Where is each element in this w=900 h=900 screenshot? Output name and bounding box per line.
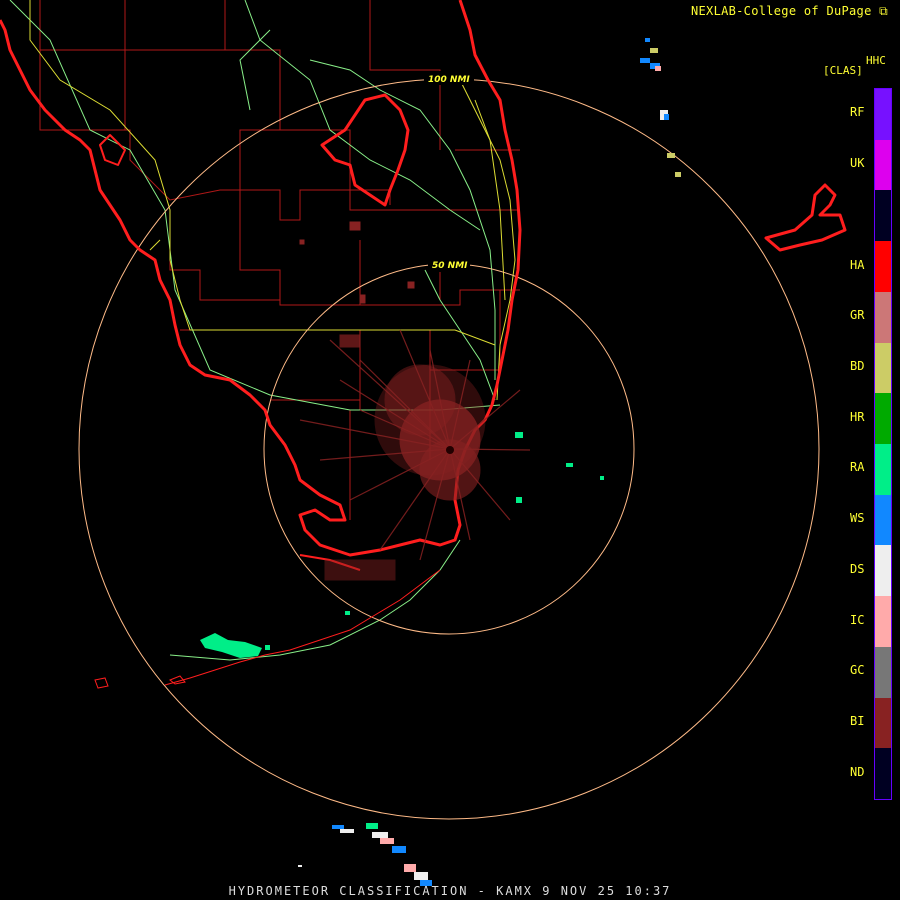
legend-swatch-ra: [875, 444, 891, 495]
hydrometeor-legend: [874, 88, 892, 800]
legend-swatch-blank-2: [875, 190, 891, 242]
legend-swatch-ha: [875, 241, 891, 292]
legend-swatch-gr: [875, 291, 891, 343]
legend-swatch-nd: [875, 748, 891, 799]
legend-label-hr: HR: [850, 409, 865, 424]
radar-map: 100 NMI 50 NMI: [0, 0, 847, 886]
legend-label-ra: RA: [850, 460, 865, 475]
legend-swatch-hr: [875, 393, 891, 444]
legend-swatch-rf: [875, 89, 891, 140]
legend-label-nd: ND: [850, 764, 865, 779]
legend-label-gc: GC: [850, 663, 865, 678]
legend-label-ds: DS: [850, 561, 865, 576]
legend-swatch-ic: [875, 596, 891, 647]
legend-swatch-gc: [875, 646, 891, 698]
legend-swatch-bi: [875, 697, 891, 749]
ring-label-100nmi: 100 NMI: [428, 75, 470, 85]
legend-swatch-bd: [875, 342, 891, 394]
footer-caption: HYDROMETEOR CLASSIFICATION - KAMX 9 NOV …: [228, 884, 672, 898]
legend-label-bd: BD: [850, 358, 865, 373]
legend-label-ic: IC: [850, 612, 865, 627]
keys-outline: [94, 569, 441, 689]
legend-label-rf: RF: [850, 105, 865, 120]
road-lines: [29, 0, 516, 401]
product-code: HHC: [866, 54, 886, 67]
legend-label-bi: BI: [850, 713, 865, 728]
legend-swatch-ds: [875, 545, 891, 597]
legend-label-ws: WS: [850, 511, 865, 526]
legend-label-gr: GR: [850, 308, 865, 323]
credit-text: NEXLAB-College of DuPage: [691, 4, 872, 18]
legend-label-uk: UK: [850, 156, 865, 171]
legend-label-ha: HA: [850, 257, 865, 272]
radar-echoes-offshore: [640, 38, 681, 177]
coastline: [0, 0, 847, 571]
ring-label-50nmi: 50 NMI: [432, 261, 468, 271]
site-credit[interactable]: NEXLAB-College of DuPage ⧉: [691, 4, 888, 19]
legend-swatch-ws: [875, 494, 891, 546]
product-class: [CLAS]: [823, 64, 863, 77]
legend-swatch-uk: [875, 139, 891, 191]
external-link-icon: ⧉: [879, 4, 888, 18]
radar-echoes-biological: [299, 221, 531, 581]
radar-echoes-south: [298, 823, 432, 886]
radar-site: [446, 446, 454, 454]
